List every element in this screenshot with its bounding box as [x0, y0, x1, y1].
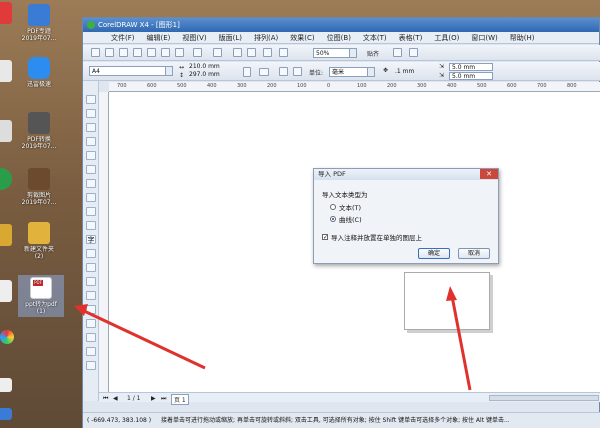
annotation-arrows: [74, 286, 472, 391]
arrowhead-icon: [446, 286, 457, 301]
arrowhead-icon: [74, 304, 88, 316]
arrow-to-dialog: [450, 295, 472, 391]
screen: { "desktop": { "icons": [ {"label": "PDF…: [0, 0, 600, 428]
arrow-to-pdf-file: [81, 308, 206, 370]
